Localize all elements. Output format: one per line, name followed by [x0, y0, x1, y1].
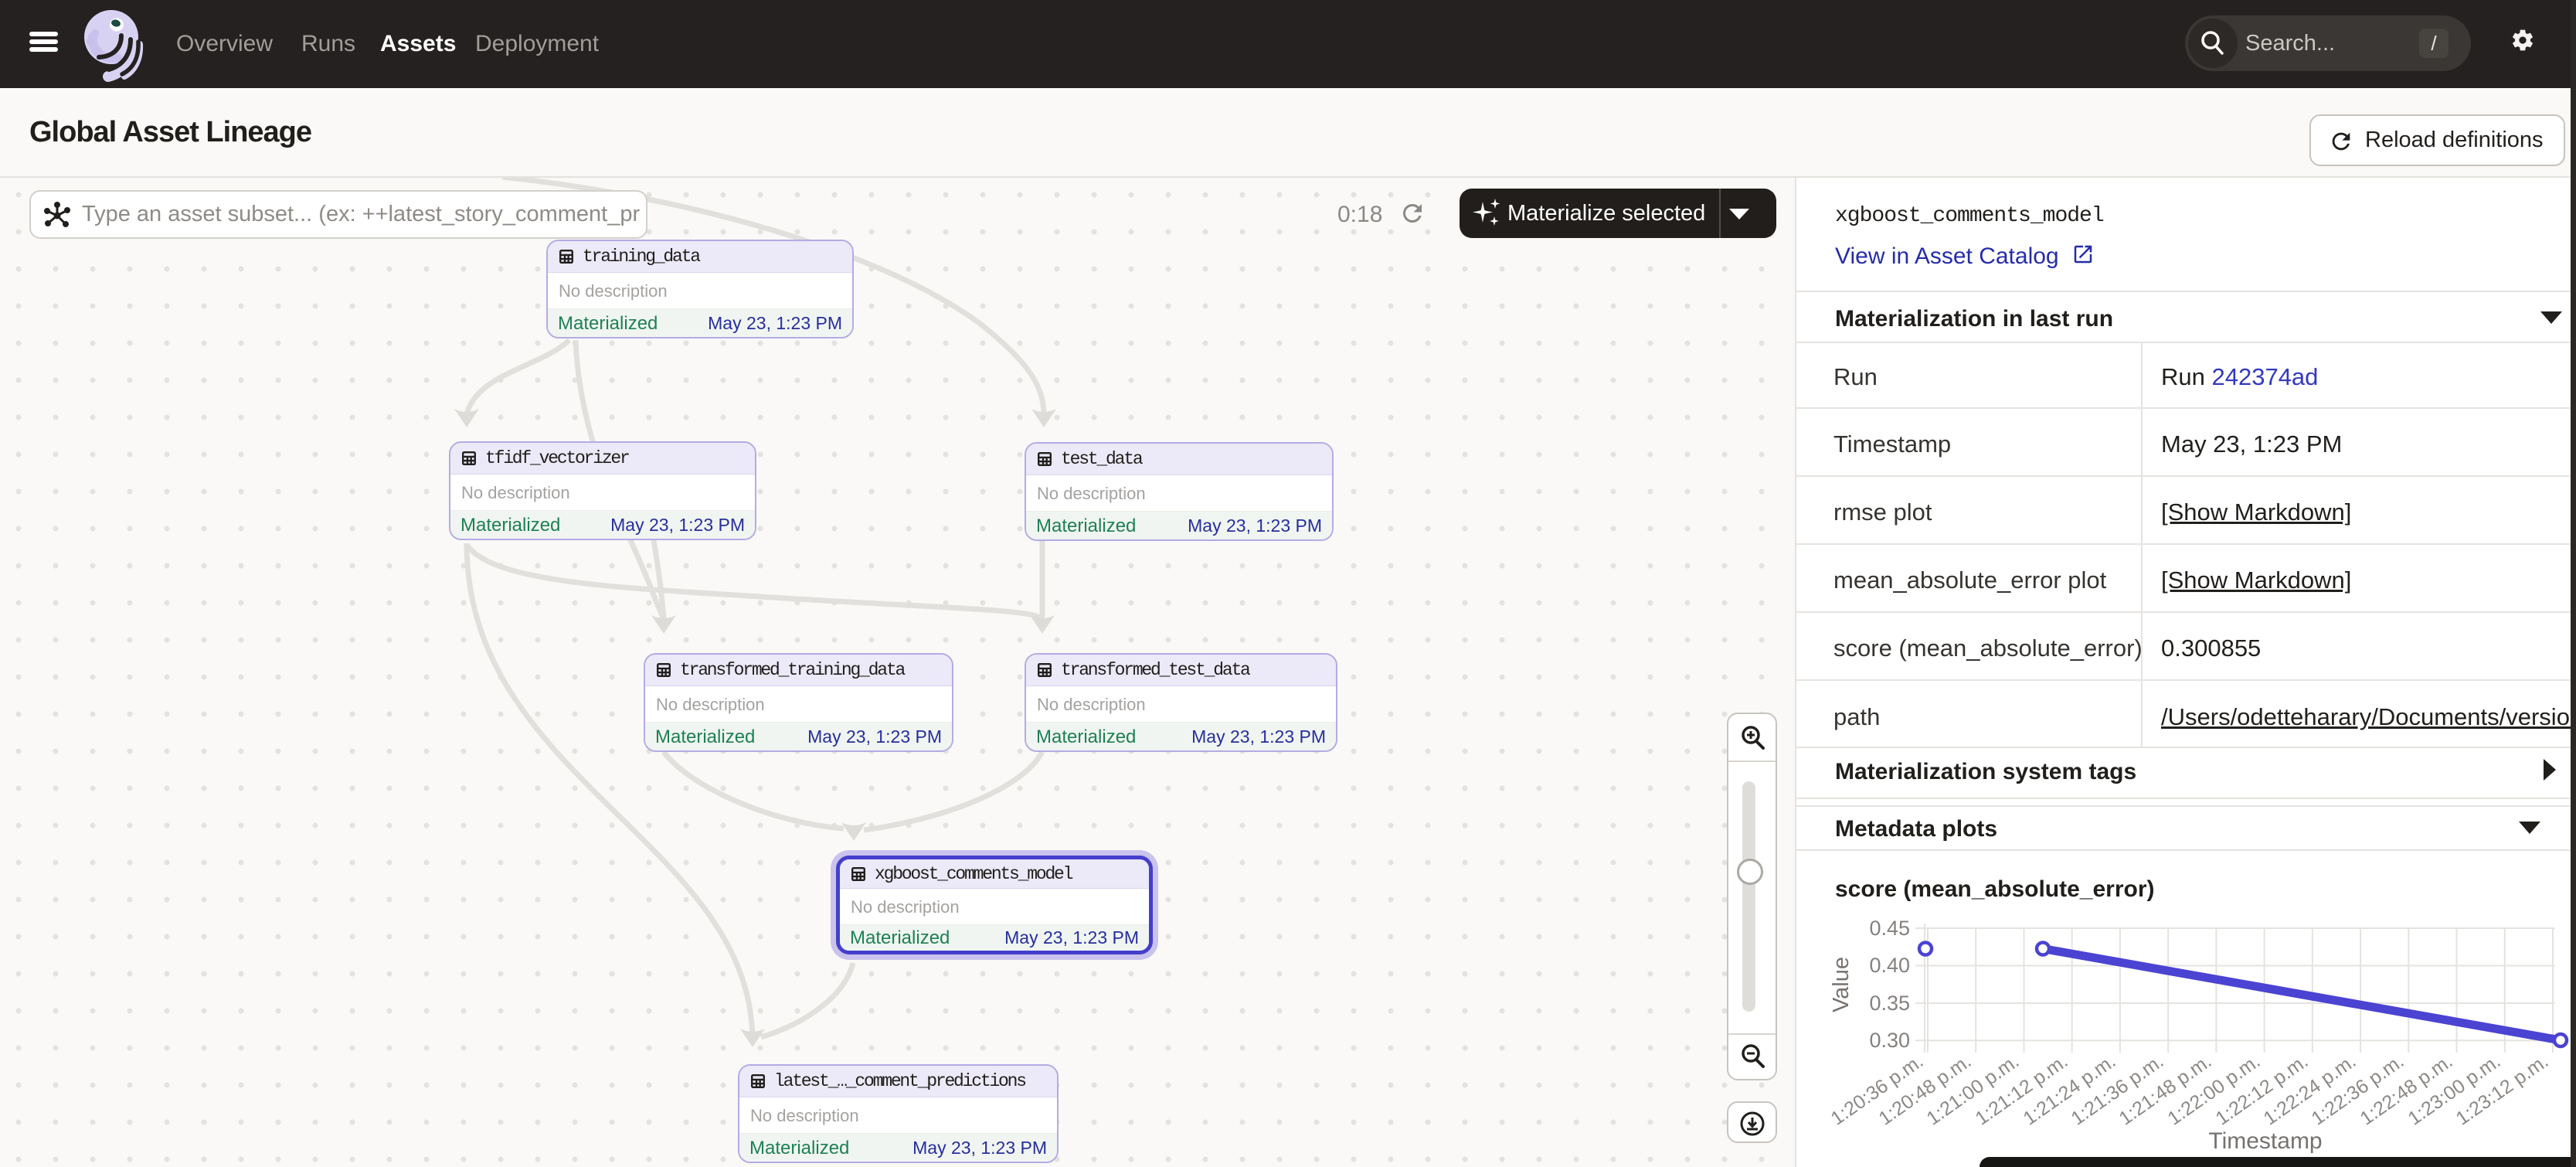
svg-text:Timestamp: Timestamp	[2208, 1128, 2322, 1154]
svg-text:Value: Value	[1829, 957, 1854, 1012]
svg-text:0.40: 0.40	[1869, 954, 1910, 977]
svg-text:0.30: 0.30	[1869, 1029, 1910, 1052]
svg-text:0.45: 0.45	[1869, 917, 1910, 940]
svg-text:0.35: 0.35	[1869, 992, 1910, 1015]
